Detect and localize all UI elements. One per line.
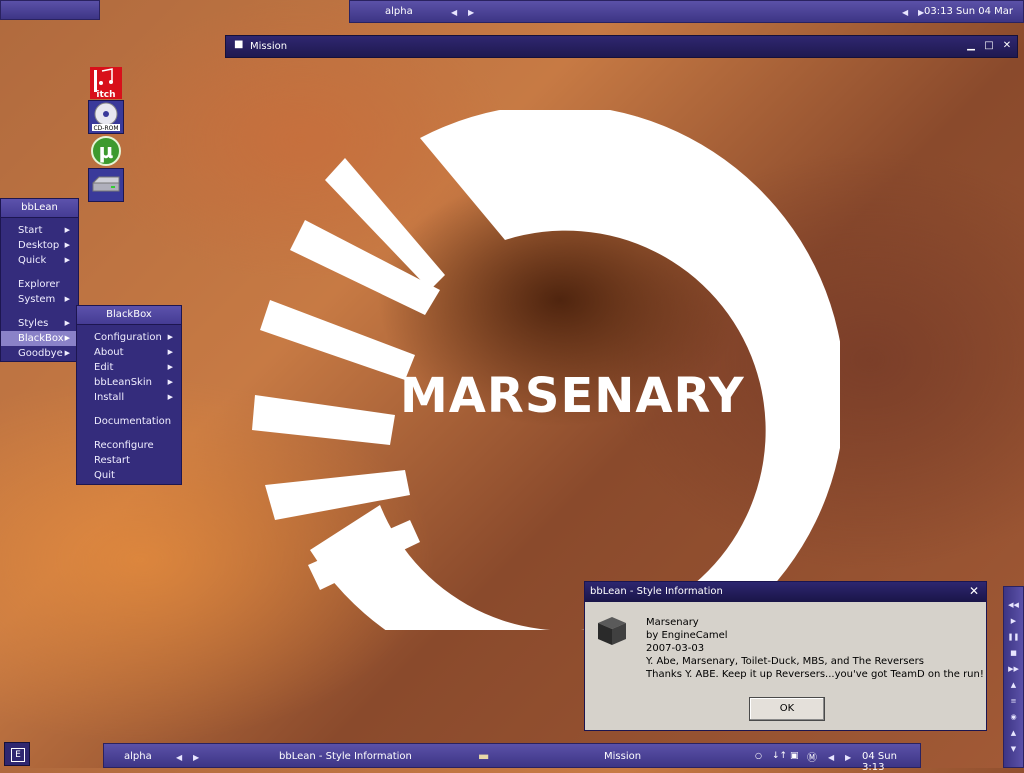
clock: 03:13 Sun 04 Mar bbox=[924, 6, 1013, 17]
menu-item-blackbox[interactable]: BlackBox ▶ bbox=[1, 331, 78, 346]
chevron-right-icon: ▶ bbox=[167, 333, 173, 341]
maximize-icon[interactable]: □ bbox=[983, 40, 995, 52]
ok-button[interactable]: OK bbox=[749, 697, 825, 721]
menu-item-about[interactable]: About ▶ bbox=[77, 345, 181, 360]
menu-item-goodbye[interactable]: Goodbye ▶ bbox=[1, 346, 78, 361]
e-label: E bbox=[11, 748, 25, 762]
settings-icon[interactable]: ◉ bbox=[1004, 713, 1023, 721]
svg-text:CD-ROM: CD-ROM bbox=[93, 125, 118, 132]
itch-icon[interactable]: itch bbox=[88, 66, 124, 100]
style-name: Marsenary bbox=[646, 617, 699, 628]
rewind-icon[interactable]: ◀◀ bbox=[1004, 601, 1023, 609]
minimize-icon[interactable]: ▁ bbox=[965, 40, 977, 52]
chevron-right-icon: ▶ bbox=[64, 256, 70, 264]
bblean-menu: bbLean Start ▶ Desktop ▶ Quick ▶ Explorer S… bbox=[0, 198, 79, 362]
media-slit: ◀◀ ▶ ❚❚ ■ ▶▶ ▲ ≡ ◉ ▲ ▼ bbox=[1003, 586, 1024, 768]
tray-utorrent-icon[interactable]: Ⓜ bbox=[807, 749, 817, 764]
pause-icon[interactable]: ❚❚ bbox=[1004, 633, 1023, 641]
style-thanks: Thanks Y. ABE. Keep it up Reversers...yo… bbox=[646, 669, 984, 680]
prev-task-icon[interactable]: ◀ bbox=[828, 753, 834, 762]
menu-item-configuration[interactable]: Configuration ▶ bbox=[77, 330, 181, 345]
chevron-right-icon: ▶ bbox=[167, 393, 173, 401]
taskbar-workspace: alpha bbox=[124, 751, 152, 762]
menu-item-quick[interactable]: Quick ▶ bbox=[1, 253, 78, 268]
e-button[interactable]: E bbox=[4, 742, 30, 766]
menu-item-explorer[interactable]: Explorer bbox=[1, 277, 78, 292]
next-workspace-icon[interactable]: ▶ bbox=[468, 8, 474, 17]
dialog-title: bbLean - Style Information bbox=[585, 582, 986, 602]
top-toolbar: alpha ◀ ▶ ◀ ▶ 03:13 Sun 04 Mar bbox=[349, 0, 1024, 23]
eject-icon[interactable]: ▲ bbox=[1004, 681, 1023, 689]
style-credits: Y. Abe, Marsenary, Toilet-Duck, MBS, and… bbox=[646, 656, 924, 667]
chevron-right-icon: ▶ bbox=[64, 241, 70, 249]
play-icon[interactable]: ▶ bbox=[1004, 617, 1023, 625]
menu-item-system[interactable]: System ▶ bbox=[1, 292, 78, 307]
top-left-panel bbox=[0, 0, 100, 20]
menu-item-edit[interactable]: Edit ▶ bbox=[77, 360, 181, 375]
menu-title: bbLean bbox=[1, 199, 78, 218]
svg-text:µ: µ bbox=[99, 139, 114, 163]
volume-up-icon[interactable]: ▲ bbox=[1004, 729, 1023, 737]
prev-workspace-icon[interactable]: ◀ bbox=[451, 8, 457, 17]
utorrent-icon[interactable]: µ bbox=[88, 134, 124, 168]
stop-icon[interactable]: ■ bbox=[1004, 649, 1023, 657]
taskbar: alpha ◀ ▶ bbLean - Style Information ▬ M… bbox=[103, 743, 921, 773]
tray-dot-icon[interactable]: ○ bbox=[755, 751, 762, 760]
menu-item-bbleanskin[interactable]: bbLeanSkin ▶ bbox=[77, 375, 181, 390]
chevron-right-icon: ▶ bbox=[64, 334, 70, 342]
menu-item-desktop[interactable]: Desktop ▶ bbox=[1, 238, 78, 253]
forward-icon[interactable]: ▶▶ bbox=[1004, 665, 1023, 673]
chevron-right-icon: ▶ bbox=[167, 363, 173, 371]
tray-network-icon[interactable]: ↓↑ bbox=[772, 751, 787, 761]
style-date: 2007-03-03 bbox=[646, 643, 705, 654]
prev-window-icon[interactable]: ◀ bbox=[902, 8, 908, 17]
menu-item-styles[interactable]: Styles ▶ bbox=[1, 316, 78, 331]
playlist-icon[interactable]: ≡ bbox=[1004, 697, 1023, 705]
menu-item-install[interactable]: Install ▶ bbox=[77, 390, 181, 405]
cdrom-icon[interactable]: CD-ROM bbox=[88, 100, 124, 134]
chevron-right-icon: ▶ bbox=[64, 295, 70, 303]
next-task-icon[interactable]: ▶ bbox=[845, 753, 851, 762]
volume-down-icon[interactable]: ▼ bbox=[1004, 745, 1023, 753]
menu-item-reconfigure[interactable]: Reconfigure bbox=[77, 438, 181, 453]
chevron-right-icon: ▶ bbox=[167, 378, 173, 386]
window-menu-icon[interactable]: ■ bbox=[234, 39, 243, 50]
menu-item-quit[interactable]: Quit bbox=[77, 468, 181, 483]
logo-text: MARSENARY bbox=[400, 368, 745, 424]
chevron-right-icon: ▶ bbox=[64, 226, 70, 234]
menu-item-documentation[interactable]: Documentation bbox=[77, 414, 181, 429]
tray-app-icon[interactable]: ▣ bbox=[790, 751, 799, 761]
close-icon[interactable]: ✕ bbox=[1001, 40, 1013, 52]
task-mission[interactable]: Mission bbox=[604, 751, 641, 762]
chevron-right-icon: ▶ bbox=[167, 348, 173, 356]
close-icon[interactable]: ✕ bbox=[969, 584, 979, 598]
chevron-right-icon: ▶ bbox=[64, 319, 70, 327]
blackbox-cube-icon bbox=[598, 617, 626, 645]
taskbar-clock: 04 Sun 3:13 bbox=[862, 751, 897, 773]
chevron-right-icon: ▶ bbox=[64, 349, 70, 357]
menu-item-restart[interactable]: Restart bbox=[77, 453, 181, 468]
prev-workspace-icon[interactable]: ◀ bbox=[176, 753, 182, 762]
style-info-dialog: bbLean - Style Information ✕ Marsenary b… bbox=[584, 581, 987, 731]
next-workspace-icon[interactable]: ▶ bbox=[193, 753, 199, 762]
svg-text:itch: itch bbox=[96, 90, 115, 100]
mission-window[interactable]: ■ Mission ▁ □ ✕ bbox=[225, 35, 1018, 58]
window-title: Mission bbox=[250, 41, 288, 52]
blackbox-submenu: BlackBox Configuration ▶ About ▶ Edit ▶ bbL… bbox=[76, 305, 182, 485]
task-style-information[interactable]: bbLean - Style Information bbox=[279, 751, 412, 762]
drive-icon[interactable] bbox=[88, 168, 124, 202]
workspace-label: alpha bbox=[385, 6, 413, 17]
menu-title: BlackBox bbox=[77, 306, 181, 325]
style-author: by EngineCamel bbox=[646, 630, 728, 641]
menu-item-start[interactable]: Start ▶ bbox=[1, 223, 78, 238]
folder-icon[interactable]: ▬ bbox=[478, 749, 489, 763]
